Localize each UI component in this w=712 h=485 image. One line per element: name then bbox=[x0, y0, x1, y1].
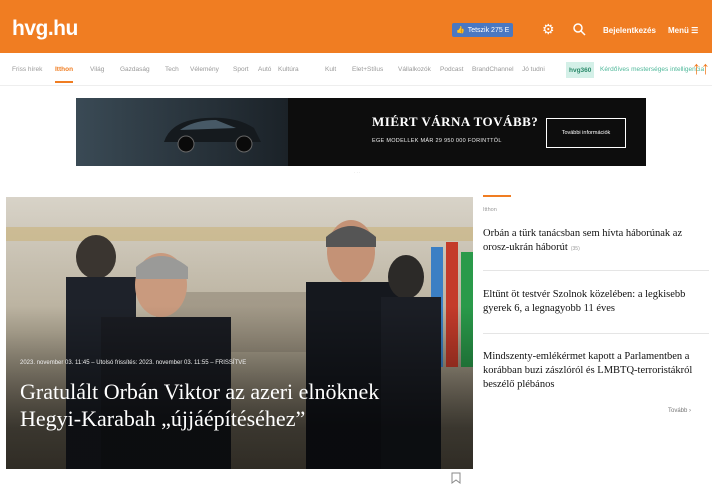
nav-item-vilag[interactable]: Világ bbox=[90, 66, 104, 73]
facebook-like-label: Tetszik 275 E bbox=[467, 26, 510, 34]
top-header-bar: hvg.hu 👍 Tetszik 275 E ⚙ Bejelentkezés M… bbox=[0, 0, 712, 53]
ad-marker: · · · bbox=[354, 170, 361, 175]
ad-more-info-button[interactable]: További információk bbox=[546, 118, 626, 148]
promo-icon[interactable]: ↑↑ bbox=[692, 58, 710, 79]
divider bbox=[483, 333, 709, 334]
thumbs-up-icon: 👍 bbox=[456, 27, 465, 34]
nav-item-brandchannel[interactable]: BrandChannel bbox=[472, 66, 514, 73]
nav-item-podcast[interactable]: Podcast bbox=[440, 66, 464, 73]
hvg360-badge[interactable]: hvg360 bbox=[566, 62, 595, 78]
nav-item-velemeny[interactable]: Vélemény bbox=[190, 66, 219, 73]
hero-article-title[interactable]: Gratulált Orbán Viktor az azeri elnöknek… bbox=[20, 378, 400, 432]
sidebar-article-title: Mindszenty-emlékérmet kapott a Parlament… bbox=[483, 351, 693, 390]
nav-item-tech[interactable]: Tech bbox=[165, 66, 179, 73]
facebook-like-button[interactable]: 👍 Tetszik 275 E bbox=[452, 23, 514, 37]
nav-item-kult[interactable]: Kult bbox=[325, 66, 336, 73]
ad-banner[interactable]: MIÉRT VÁRNA TOVÁBB? EGE MODELLEK MÁR 29 … bbox=[76, 98, 646, 166]
sidebar-article-title: Orbán a türk tanácsban sem hívta háborún… bbox=[483, 228, 683, 253]
bookmark-icon[interactable] bbox=[451, 472, 461, 484]
sidebar-article-1[interactable]: Orbán a türk tanácsban sem hívta háborún… bbox=[483, 227, 709, 256]
sidebar-section-tag[interactable]: Itthon bbox=[483, 207, 497, 213]
search-icon[interactable] bbox=[572, 22, 586, 36]
nav-item-auto[interactable]: Autó bbox=[258, 66, 271, 73]
login-link[interactable]: Bejelentkezés bbox=[603, 26, 656, 35]
nav-promo-link[interactable]: Kérdőíves mesterséges intelligencia bbox=[600, 66, 704, 73]
nav-item-gazdasag[interactable]: Gazdaság bbox=[120, 66, 150, 73]
ad-car-image bbox=[76, 98, 288, 166]
nav-item-friss-hirek[interactable]: Friss hírek bbox=[12, 66, 42, 73]
nav-item-sport[interactable]: Sport bbox=[233, 66, 249, 73]
nav-item-jo-tudni[interactable]: Jó tudni bbox=[522, 66, 545, 73]
nav-item-itthon[interactable]: Itthon bbox=[55, 66, 73, 73]
divider bbox=[483, 270, 709, 271]
active-nav-underline bbox=[55, 81, 73, 83]
sidebar-accent-rule bbox=[483, 195, 511, 197]
sidebar-article-3[interactable]: Mindszenty-emlékérmet kapott a Parlament… bbox=[483, 350, 709, 392]
sidebar-article-title: Eltűnt öt testvér Szolnok közelében: a l… bbox=[483, 289, 686, 314]
ad-subline: EGE MODELLEK MÁR 29 950 000 FORINTTÓL bbox=[372, 138, 502, 144]
hero-article-meta: 2023. november 03. 11:45 – Utolsó frissí… bbox=[20, 360, 247, 366]
nav-item-kultura[interactable]: Kultúra bbox=[278, 66, 299, 73]
ad-headline: MIÉRT VÁRNA TOVÁBB? bbox=[372, 114, 539, 129]
nav-item-vallalkozok[interactable]: Vállalkozók bbox=[398, 66, 431, 73]
comment-count: (35) bbox=[570, 246, 580, 252]
sidebar-more-link[interactable]: Tovább › bbox=[668, 408, 691, 414]
gear-icon[interactable]: ⚙ bbox=[542, 22, 556, 36]
site-logo[interactable]: hvg.hu bbox=[12, 17, 78, 41]
sidebar-article-2[interactable]: Eltűnt öt testvér Szolnok közelében: a l… bbox=[483, 288, 709, 316]
nav-item-elet-stilus[interactable]: Elet+Stílus bbox=[352, 66, 383, 73]
menu-button[interactable]: Menü ☰ bbox=[668, 26, 698, 35]
